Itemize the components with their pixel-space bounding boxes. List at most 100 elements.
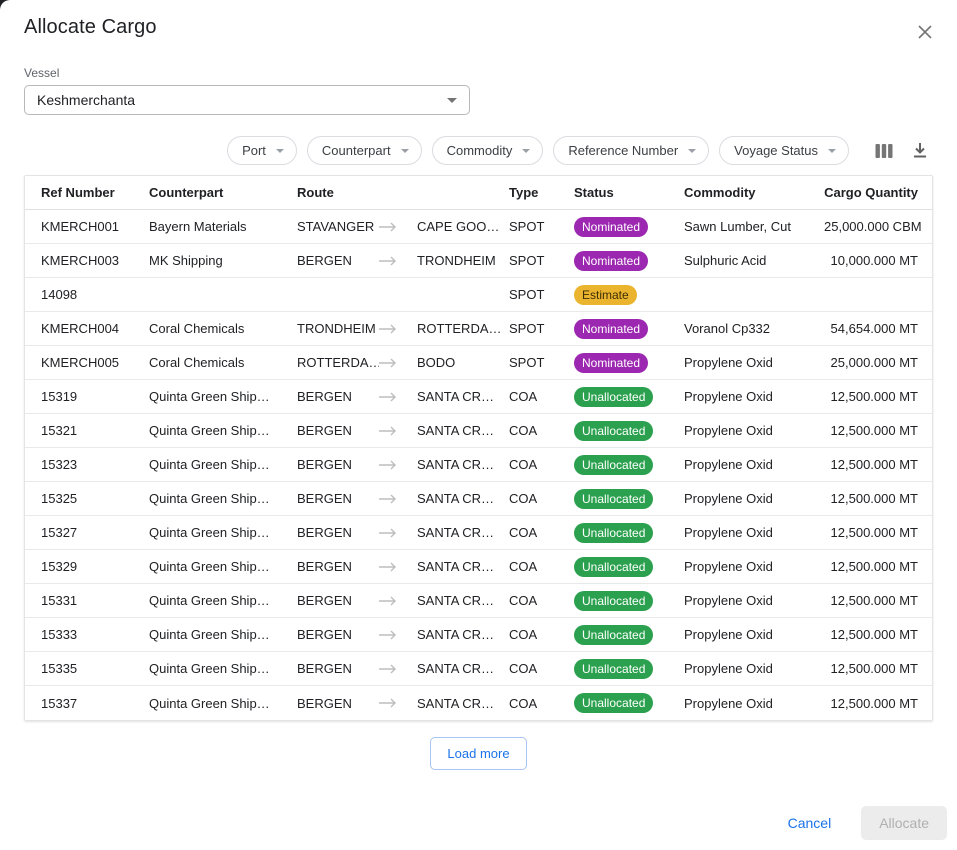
status-badge: Unallocated: [574, 523, 653, 543]
filter-chip-voyage-status[interactable]: Voyage Status: [719, 136, 849, 165]
close-icon[interactable]: [911, 18, 939, 46]
cell-route: BERGENSANTA CR…: [297, 423, 509, 438]
table-row[interactable]: 15331Quinta Green Ship…BERGENSANTA CR…CO…: [25, 584, 932, 618]
cell-commodity: Propylene Oxid: [684, 355, 824, 370]
vessel-select-value: Keshmerchanta: [37, 92, 135, 108]
cell-counterpart: Quinta Green Ship…: [149, 525, 297, 540]
chevron-down-icon: [401, 149, 409, 153]
table-row[interactable]: 15327Quinta Green Ship…BERGENSANTA CR…CO…: [25, 516, 932, 550]
cell-status: Nominated: [574, 353, 684, 373]
cell-status: Unallocated: [574, 591, 684, 611]
cell-cargo-quantity: 25,000.000 MT: [824, 355, 932, 370]
table-row[interactable]: 14098SPOTEstimate: [25, 278, 932, 312]
route-destination: SANTA CR…: [417, 696, 494, 711]
table-row[interactable]: KMERCH003MK ShippingBERGENTRONDHEIMSPOTN…: [25, 244, 932, 278]
table-row[interactable]: 15335Quinta Green Ship…BERGENSANTA CR…CO…: [25, 652, 932, 686]
chevron-down-icon: [276, 149, 284, 153]
vessel-label: Vessel: [24, 66, 933, 80]
table-row[interactable]: KMERCH001Bayern MaterialsSTAVANGERCAPE G…: [25, 210, 932, 244]
cell-route: STAVANGERCAPE GOO…: [297, 219, 509, 234]
status-badge: Nominated: [574, 217, 648, 237]
route-origin: BERGEN: [297, 423, 379, 438]
table-row[interactable]: KMERCH004Coral ChemicalsTRONDHEIMROTTERD…: [25, 312, 932, 346]
route-destination: SANTA CR…: [417, 559, 494, 574]
table-body: KMERCH001Bayern MaterialsSTAVANGERCAPE G…: [25, 210, 932, 720]
cell-type: SPOT: [509, 321, 574, 336]
cell-status: Unallocated: [574, 659, 684, 679]
cell-ref-number: 15331: [25, 593, 149, 608]
cell-status: Nominated: [574, 217, 684, 237]
columns-icon[interactable]: [871, 138, 897, 164]
allocate-button[interactable]: Allocate: [861, 806, 947, 840]
status-badge: Unallocated: [574, 557, 653, 577]
table-row[interactable]: 15321Quinta Green Ship…BERGENSANTA CR…CO…: [25, 414, 932, 448]
route-arrow-icon: [379, 222, 397, 232]
cell-route: BERGENTRONDHEIM: [297, 253, 509, 268]
cell-ref-number: 15329: [25, 559, 149, 574]
table-row[interactable]: 15329Quinta Green Ship…BERGENSANTA CR…CO…: [25, 550, 932, 584]
cell-counterpart: MK Shipping: [149, 253, 297, 268]
column-header-ref-number: Ref Number: [25, 185, 149, 200]
cell-ref-number: 15319: [25, 389, 149, 404]
cell-commodity: Propylene Oxid: [684, 661, 824, 676]
cancel-button[interactable]: Cancel: [776, 807, 844, 839]
cell-ref-number: 15321: [25, 423, 149, 438]
filter-chip-counterpart[interactable]: Counterpart: [307, 136, 422, 165]
route-origin: BERGEN: [297, 389, 379, 404]
table-row[interactable]: 15323Quinta Green Ship…BERGENSANTA CR…CO…: [25, 448, 932, 482]
cell-ref-number: 14098: [25, 287, 149, 302]
cell-status: Unallocated: [574, 693, 684, 713]
cargo-table: Ref NumberCounterpartRouteTypeStatusComm…: [24, 175, 933, 721]
route-origin: TRONDHEIM: [297, 321, 379, 336]
cell-type: COA: [509, 593, 574, 608]
cell-cargo-quantity: 12,500.000 MT: [824, 627, 932, 642]
filter-chip-port[interactable]: Port: [227, 136, 297, 165]
table-row[interactable]: 15325Quinta Green Ship…BERGENSANTA CR…CO…: [25, 482, 932, 516]
status-badge: Unallocated: [574, 591, 653, 611]
table-row[interactable]: 15337Quinta Green Ship…BERGENSANTA CR…CO…: [25, 686, 932, 720]
cell-commodity: Propylene Oxid: [684, 627, 824, 642]
dialog-footer: Cancel Allocate: [0, 806, 957, 850]
route-arrow-icon: [379, 596, 397, 606]
download-icon[interactable]: [907, 138, 933, 164]
cell-ref-number: 15337: [25, 696, 149, 711]
filter-chip-commodity[interactable]: Commodity: [432, 136, 544, 165]
cell-counterpart: Coral Chemicals: [149, 321, 297, 336]
cell-counterpart: Quinta Green Ship…: [149, 389, 297, 404]
table-row[interactable]: KMERCH005Coral ChemicalsROTTERDA…BODOSPO…: [25, 346, 932, 380]
cell-ref-number: KMERCH005: [25, 355, 149, 370]
column-header-type: Type: [509, 185, 574, 200]
cell-status: Unallocated: [574, 455, 684, 475]
route-arrow-icon: [379, 630, 397, 640]
route-arrow-icon: [379, 426, 397, 436]
column-header-commodity: Commodity: [684, 185, 824, 200]
cell-type: COA: [509, 389, 574, 404]
cell-status: Unallocated: [574, 523, 684, 543]
vessel-select[interactable]: Keshmerchanta: [24, 85, 470, 115]
cell-type: SPOT: [509, 287, 574, 302]
load-more-wrap: Load more: [0, 721, 957, 770]
cell-status: Nominated: [574, 319, 684, 339]
cell-ref-number: 15327: [25, 525, 149, 540]
cell-commodity: Propylene Oxid: [684, 696, 824, 711]
route-arrow-icon: [379, 392, 397, 402]
load-more-button[interactable]: Load more: [430, 737, 526, 770]
table-row[interactable]: 15333Quinta Green Ship…BERGENSANTA CR…CO…: [25, 618, 932, 652]
cell-cargo-quantity: 12,500.000 MT: [824, 389, 932, 404]
filter-chip-reference-number[interactable]: Reference Number: [553, 136, 709, 165]
cell-cargo-quantity: 54,654.000 MT: [824, 321, 932, 336]
cell-route: BERGENSANTA CR…: [297, 661, 509, 676]
cell-counterpart: Quinta Green Ship…: [149, 593, 297, 608]
status-badge: Nominated: [574, 319, 648, 339]
filter-chip-label: Voyage Status: [734, 143, 818, 158]
table-row[interactable]: 15319Quinta Green Ship…BERGENSANTA CR…CO…: [25, 380, 932, 414]
status-badge: Unallocated: [574, 693, 653, 713]
route-destination: ROTTERDA…: [417, 321, 502, 336]
route-origin: ROTTERDA…: [297, 355, 379, 370]
route-origin: BERGEN: [297, 491, 379, 506]
status-badge: Unallocated: [574, 455, 653, 475]
cell-type: COA: [509, 423, 574, 438]
cell-counterpart: Quinta Green Ship…: [149, 491, 297, 506]
cell-commodity: Propylene Oxid: [684, 559, 824, 574]
cell-commodity: Voranol Cp332: [684, 321, 824, 336]
